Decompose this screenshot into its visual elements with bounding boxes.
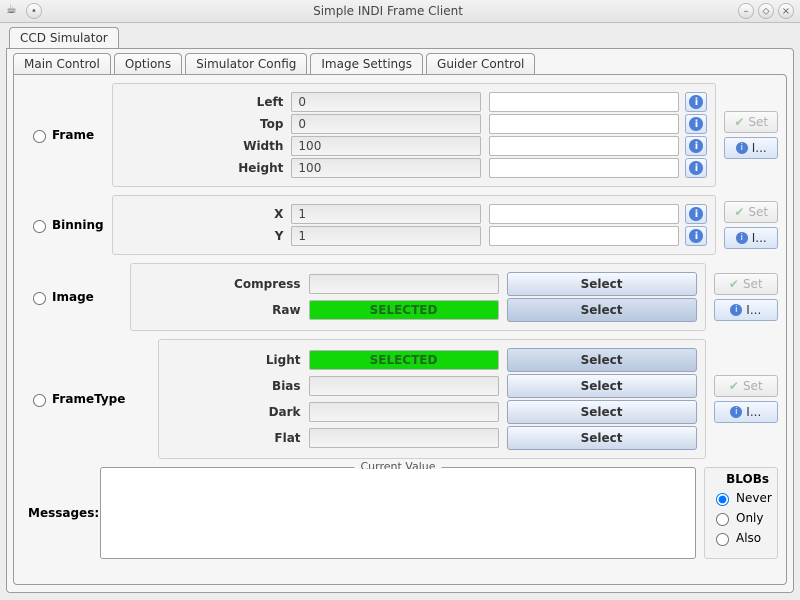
radio-image[interactable]	[33, 292, 46, 305]
minimize-button[interactable]: –	[738, 3, 754, 19]
input-top[interactable]	[489, 114, 679, 134]
value-x: 1	[291, 204, 481, 224]
radio-binning[interactable]	[33, 220, 46, 233]
outer-tabbar: CCD Simulator	[6, 27, 794, 48]
value-flat	[309, 428, 499, 448]
java-icon	[6, 3, 22, 19]
label-compress: Compress	[139, 277, 309, 291]
info-expand-button[interactable]: iI...	[714, 401, 778, 423]
label-image: Image	[52, 290, 94, 304]
label-bias: Bias	[167, 379, 309, 393]
messages-textarea[interactable]	[102, 469, 694, 557]
label-raw: Raw	[139, 303, 309, 317]
label-frame: Frame	[52, 128, 94, 142]
select-dark-button[interactable]: Select	[507, 400, 697, 424]
label-binning: Binning	[52, 218, 104, 232]
blobs-never[interactable]: Never	[711, 490, 771, 506]
radio-also[interactable]	[716, 533, 729, 546]
content: CCD Simulator Main Control Options Simul…	[0, 23, 800, 600]
info-expand-button[interactable]: iI...	[724, 227, 778, 249]
select-flat-button[interactable]: Select	[507, 426, 697, 450]
tab-simulator-config[interactable]: Simulator Config	[185, 53, 307, 74]
info-button[interactable]: i	[685, 158, 707, 178]
radio-frametype[interactable]	[33, 394, 46, 407]
titlebar: • Simple INDI Frame Client – ⬦ ×	[0, 0, 800, 23]
tab-options[interactable]: Options	[114, 53, 182, 74]
info-button[interactable]: i	[685, 136, 707, 156]
label-width: Width	[121, 139, 291, 153]
input-left[interactable]	[489, 92, 679, 112]
label-flat: Flat	[167, 431, 309, 445]
label-left: Left	[121, 95, 291, 109]
label-dark: Dark	[167, 405, 309, 419]
value-left: 0	[291, 92, 481, 112]
tab-ccd-simulator[interactable]: CCD Simulator	[9, 27, 119, 48]
label-x: X	[121, 207, 291, 221]
label-light: Light	[167, 353, 309, 367]
info-button[interactable]: i	[685, 114, 707, 134]
value-dark	[309, 402, 499, 422]
set-button[interactable]: ✔Set	[724, 201, 778, 223]
messages-label: Messages:	[22, 467, 100, 559]
select-light-button[interactable]: Select	[507, 348, 697, 372]
value-top: 0	[291, 114, 481, 134]
outer-tabpanel: Main Control Options Simulator Config Im…	[6, 48, 794, 593]
set-button[interactable]: ✔Set	[724, 111, 778, 133]
messages-fieldset: Current Value	[100, 467, 696, 559]
input-width[interactable]	[489, 136, 679, 156]
label-frametype: FrameType	[52, 392, 125, 406]
value-bias	[309, 376, 499, 396]
bottom-area: Messages: Current Value BLOBs Never Only…	[22, 467, 778, 559]
info-expand-button[interactable]: iI...	[724, 137, 778, 159]
group-frametype: FrameType LightSELECTED Select Bias Select…	[22, 339, 778, 459]
blobs-only[interactable]: Only	[711, 510, 771, 526]
blobs-also[interactable]: Also	[711, 530, 771, 546]
radio-frame[interactable]	[33, 130, 46, 143]
pin-icon[interactable]: •	[26, 3, 42, 19]
tab-guider-control[interactable]: Guider Control	[426, 53, 535, 74]
tab-image-settings[interactable]: Image Settings	[310, 53, 423, 74]
set-button[interactable]: ✔Set	[714, 375, 778, 397]
input-x[interactable]	[489, 204, 679, 224]
set-button[interactable]: ✔Set	[714, 273, 778, 295]
info-button[interactable]: i	[685, 204, 707, 224]
blobs-group: BLOBs Never Only Also	[704, 467, 778, 559]
value-compress	[309, 274, 499, 294]
group-image: Image Compress Select RawSELECTED Select ✔…	[22, 263, 778, 331]
input-y[interactable]	[489, 226, 679, 246]
value-light: SELECTED	[309, 350, 499, 370]
tab-main-control[interactable]: Main Control	[13, 53, 111, 74]
label-top: Top	[121, 117, 291, 131]
radio-never[interactable]	[716, 493, 729, 506]
select-bias-button[interactable]: Select	[507, 374, 697, 398]
label-y: Y	[121, 229, 291, 243]
radio-only[interactable]	[716, 513, 729, 526]
label-height: Height	[121, 161, 291, 175]
select-compress-button[interactable]: Select	[507, 272, 697, 296]
select-raw-button[interactable]: Select	[507, 298, 697, 322]
value-y: 1	[291, 226, 481, 246]
group-binning: Binning X1 i Y1 i ✔Set iI...	[22, 195, 778, 255]
value-height: 100	[291, 158, 481, 178]
info-button[interactable]: i	[685, 92, 707, 112]
window-title: Simple INDI Frame Client	[42, 4, 734, 18]
info-button[interactable]: i	[685, 226, 707, 246]
value-raw: SELECTED	[309, 300, 499, 320]
value-width: 100	[291, 136, 481, 156]
maximize-button[interactable]: ⬦	[758, 3, 774, 19]
group-frame: Frame Left0i Top0i Width100i Height100i …	[22, 83, 778, 187]
panel-image-settings: Frame Left0i Top0i Width100i Height100i …	[13, 74, 787, 585]
blobs-heading: BLOBs	[711, 472, 771, 486]
inner-tabbar: Main Control Options Simulator Config Im…	[13, 53, 787, 74]
close-button[interactable]: ×	[778, 3, 794, 19]
input-height[interactable]	[489, 158, 679, 178]
info-expand-button[interactable]: iI...	[714, 299, 778, 321]
